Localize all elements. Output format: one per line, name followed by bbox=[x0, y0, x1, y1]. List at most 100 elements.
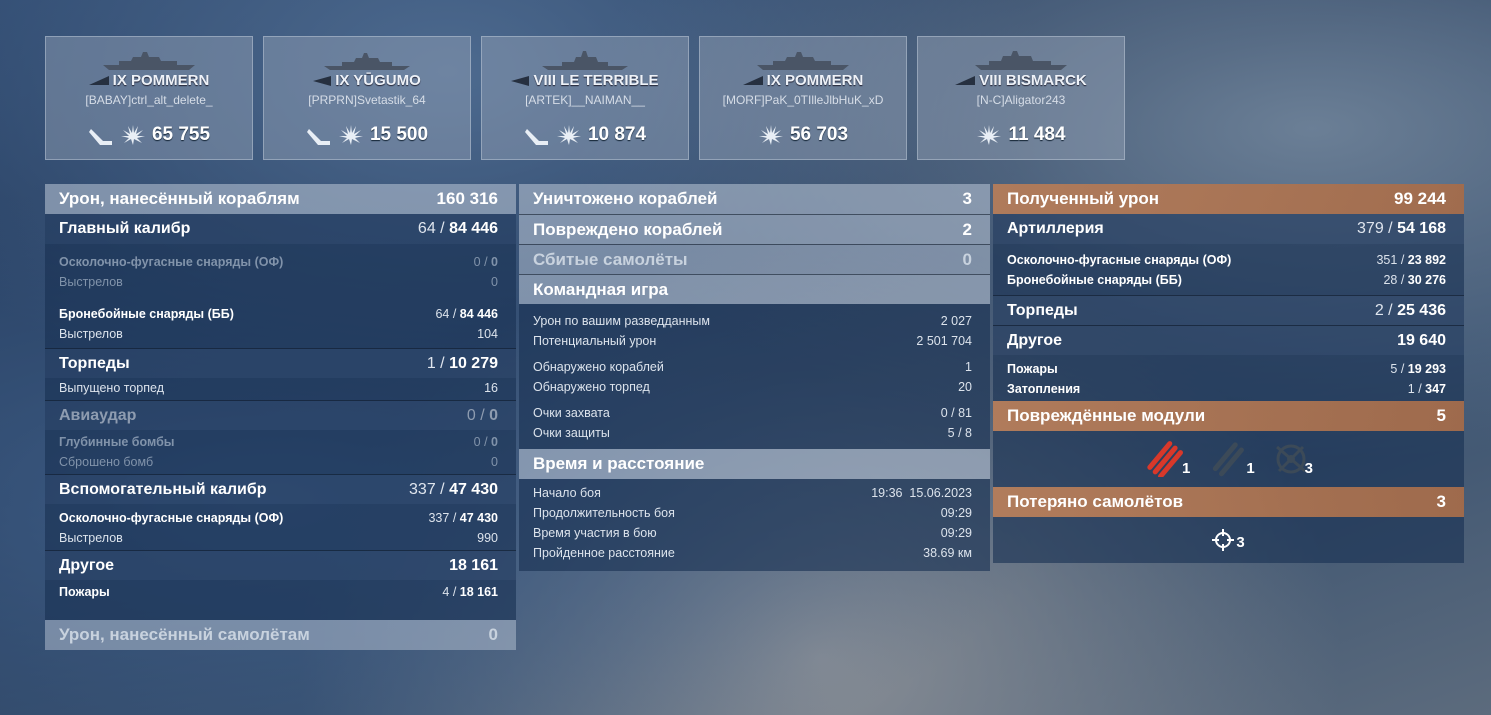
ship-name: VIII LE TERRIBLE bbox=[533, 72, 659, 89]
header-label: Командная игра bbox=[533, 279, 669, 299]
defense-points-row: Очки защиты 5 / 8 bbox=[533, 426, 972, 440]
torpedoes-row: Торпеды 1 / 10 279 bbox=[45, 348, 516, 378]
crosshair-icon bbox=[1212, 529, 1235, 551]
airstrike-details: Глубинные бомбы 0 / 0 Сброшено бомб 0 bbox=[45, 430, 516, 474]
destroyed-ships-header: Уничтожено кораблей 3 bbox=[519, 184, 990, 214]
header-label: Полученный урон bbox=[1007, 189, 1160, 208]
ship-silhouette-icon bbox=[757, 52, 849, 70]
row-value: 337 / 47 430 bbox=[409, 480, 498, 498]
header-label: Потеряно самолётов bbox=[1007, 492, 1184, 511]
module-count: 3 bbox=[1304, 460, 1314, 477]
time-in-battle-row: Время участия в бою 09:29 bbox=[533, 526, 972, 540]
module-count: 1 bbox=[1181, 460, 1191, 477]
time-distance-details: Начало боя 19:36 15.06.2023 Продолжительн… bbox=[519, 479, 990, 571]
ship-card[interactable]: VIII LE TERRIBLE [ARTEK]__NAIMAN__ 10 87… bbox=[481, 36, 689, 160]
ships-spotted-row: Обнаружено кораблей 1 bbox=[533, 360, 972, 374]
ship-card[interactable]: VIII BISMARCK [N-C]Aligator243 11 484 bbox=[917, 36, 1125, 160]
header-label: Урон, нанесённый самолётам bbox=[59, 625, 310, 644]
header-value: 2 bbox=[962, 219, 972, 239]
main-battery-details: Осколочно-фугасные снаряды (ОФ) 0 / 0 Выс… bbox=[45, 244, 516, 348]
he-shots-row: Выстрелов 0 bbox=[59, 275, 498, 289]
battle-duration-row: Продолжительность боя 09:29 bbox=[533, 506, 972, 520]
header-value: 3 bbox=[1436, 492, 1446, 511]
damage-icon bbox=[977, 125, 1002, 145]
ship-silhouette-icon bbox=[975, 51, 1067, 70]
header-value: 0 bbox=[488, 625, 498, 644]
bombs-dropped-row: Сброшено бомб 0 bbox=[59, 455, 498, 469]
battle-stats-panel: Уничтожено кораблей 3 Повреждено корабле… bbox=[519, 184, 990, 571]
player-name: [N-C]Aligator243 bbox=[976, 93, 1066, 107]
damage-icon bbox=[556, 125, 581, 145]
torpedo-details: Выпущено торпед 16 bbox=[45, 378, 516, 400]
ship-silhouette-icon bbox=[324, 53, 410, 70]
damage-icon bbox=[758, 125, 783, 145]
row-value: 379 / 54 168 bbox=[1357, 220, 1446, 237]
header-value: 5 bbox=[1436, 406, 1446, 425]
header-label: Время и расстояние bbox=[533, 454, 705, 473]
lost-planes-count: 3 bbox=[1236, 534, 1245, 551]
row-label: Другое bbox=[1007, 331, 1062, 349]
row-value: 18 161 bbox=[449, 556, 498, 574]
damage-value: 65 755 bbox=[151, 124, 211, 145]
sunk-icon bbox=[88, 129, 112, 145]
damage-received-panel: Полученный урон 99 244 Артиллерия 379 / … bbox=[993, 184, 1464, 563]
damaged-modules-header: Повреждённые модули 5 bbox=[993, 401, 1464, 431]
row-label: Торпеды bbox=[1007, 301, 1078, 319]
depth-charges-row: Глубинные бомбы 0 / 0 bbox=[59, 435, 498, 449]
ship-card[interactable]: IX POMMERN [MORF]PaK_0TIlleJlbHuK_xD 56 … bbox=[699, 36, 907, 160]
player-name: [PRPRN]Svetastik_64 bbox=[308, 93, 426, 107]
damaged-ships-header: Повреждено кораблей 2 bbox=[519, 214, 990, 244]
row-label: Торпеды bbox=[59, 354, 130, 372]
header-value: 160 316 bbox=[436, 189, 498, 208]
fires-received-row: Пожары 5 / 19 293 bbox=[1007, 362, 1446, 376]
gun-turret-item: 1 bbox=[1208, 441, 1255, 477]
secondary-details: Осколочно-фугасные снаряды (ОФ) 337 / 47 … bbox=[45, 504, 516, 550]
spotting-damage-row: Урон по вашим разведданным 2 027 bbox=[533, 314, 972, 328]
ap-row: Бронебойные снаряды (ББ) 64 / 84 446 bbox=[59, 307, 498, 321]
damaged-modules-icons: 1 1 3 bbox=[993, 431, 1464, 487]
row-value: 0 / 0 bbox=[466, 406, 498, 424]
torpedoes-received-row: Торпеды 2 / 25 436 bbox=[993, 295, 1464, 325]
flooding-received-row: Затопления 1 / 347 bbox=[1007, 382, 1446, 396]
aa-gun-item: 3 bbox=[1273, 441, 1313, 477]
lost-planes-item: 3 bbox=[1212, 529, 1245, 551]
player-name: [MORF]PaK_0TIlleJlbHuK_xD bbox=[722, 93, 884, 107]
ship-card[interactable]: IX POMMERN [BABAY]ctrl_alt_delete_ 65 75… bbox=[45, 36, 253, 160]
row-label: Артиллерия bbox=[1007, 220, 1104, 237]
header-label: Уничтожено кораблей bbox=[533, 189, 718, 208]
other-received-row: Другое 19 640 bbox=[993, 325, 1464, 355]
damage-value: 10 874 bbox=[587, 124, 647, 145]
ship-card[interactable]: IX YŪGUMO [PRPRN]Svetastik_64 15 500 bbox=[263, 36, 471, 160]
damage-value: 15 500 bbox=[369, 124, 429, 145]
other-details: Пожары 4 / 18 161 bbox=[45, 580, 516, 620]
destroyer-class-icon bbox=[313, 76, 332, 87]
torpedo-tubes-icon bbox=[1147, 441, 1183, 477]
ship-name: VIII BISMARCK bbox=[979, 72, 1087, 89]
he-received-row: Осколочно-фугасные снаряды (ОФ) 351 / 23 … bbox=[1007, 253, 1446, 267]
header-label: Повреждено кораблей bbox=[533, 219, 723, 239]
header-value: 99 244 bbox=[1394, 189, 1446, 208]
damage-dealt-panel: Урон, нанесённый кораблям 160 316 Главны… bbox=[45, 184, 516, 650]
he-row: Осколочно-фугасные снаряды (ОФ) 0 / 0 bbox=[59, 255, 498, 269]
row-value: 1 / 10 279 bbox=[426, 354, 498, 372]
destroyer-class-icon bbox=[511, 76, 530, 87]
aa-gun-icon bbox=[1275, 444, 1306, 474]
player-name: [ARTEK]__NAIMAN__ bbox=[525, 93, 645, 107]
capture-points-row: Очки захвата 0 / 81 bbox=[533, 406, 972, 420]
battleship-class-icon bbox=[88, 76, 109, 86]
shot-planes-header: Сбитые самолёты 0 bbox=[519, 244, 990, 274]
ship-silhouette-icon bbox=[103, 52, 195, 70]
module-count: 1 bbox=[1246, 460, 1255, 477]
ship-name: IX POMMERN bbox=[112, 72, 210, 89]
battleship-class-icon bbox=[955, 76, 976, 86]
main-battery-row: Главный калибр 64 / 84 446 bbox=[45, 214, 516, 244]
torp-launched-row: Выпущено торпед 16 bbox=[59, 381, 498, 395]
other-received-details: Пожары 5 / 19 293 Затопления 1 / 347 bbox=[993, 355, 1464, 401]
other-damage-row: Другое 18 161 bbox=[45, 550, 516, 580]
artillery-row: Артиллерия 379 / 54 168 bbox=[993, 214, 1464, 244]
artillery-details: Осколочно-фугасные снаряды (ОФ) 351 / 23 … bbox=[993, 244, 1464, 295]
airstrike-row: Авиаудар 0 / 0 bbox=[45, 400, 516, 430]
sunk-icon bbox=[524, 129, 548, 145]
team-play-details: Урон по вашим разведданным 2 027 Потенциа… bbox=[519, 304, 990, 449]
secondary-battery-row: Вспомогательный калибр 337 / 47 430 bbox=[45, 474, 516, 504]
